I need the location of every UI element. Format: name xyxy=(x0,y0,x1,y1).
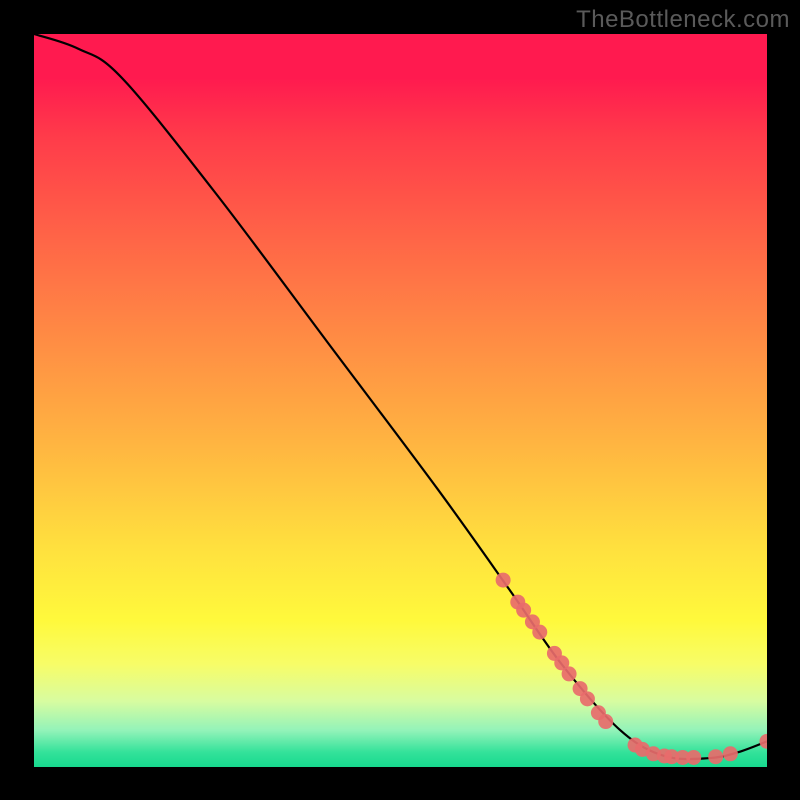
curve-marker xyxy=(496,573,511,588)
curve-marker xyxy=(598,714,613,729)
curve-marker xyxy=(532,625,547,640)
curve-markers xyxy=(496,573,767,765)
chart-frame: TheBottleneck.com xyxy=(0,0,800,800)
curve-marker xyxy=(686,750,701,765)
bottleneck-curve xyxy=(34,34,767,759)
curve-marker xyxy=(580,691,595,706)
curve-marker xyxy=(562,666,577,681)
plot-area xyxy=(34,34,767,767)
curve-marker xyxy=(760,734,768,749)
watermark-text: TheBottleneck.com xyxy=(576,6,790,34)
curve-marker xyxy=(723,746,738,761)
curve-marker xyxy=(708,749,723,764)
curve-layer xyxy=(34,34,767,767)
